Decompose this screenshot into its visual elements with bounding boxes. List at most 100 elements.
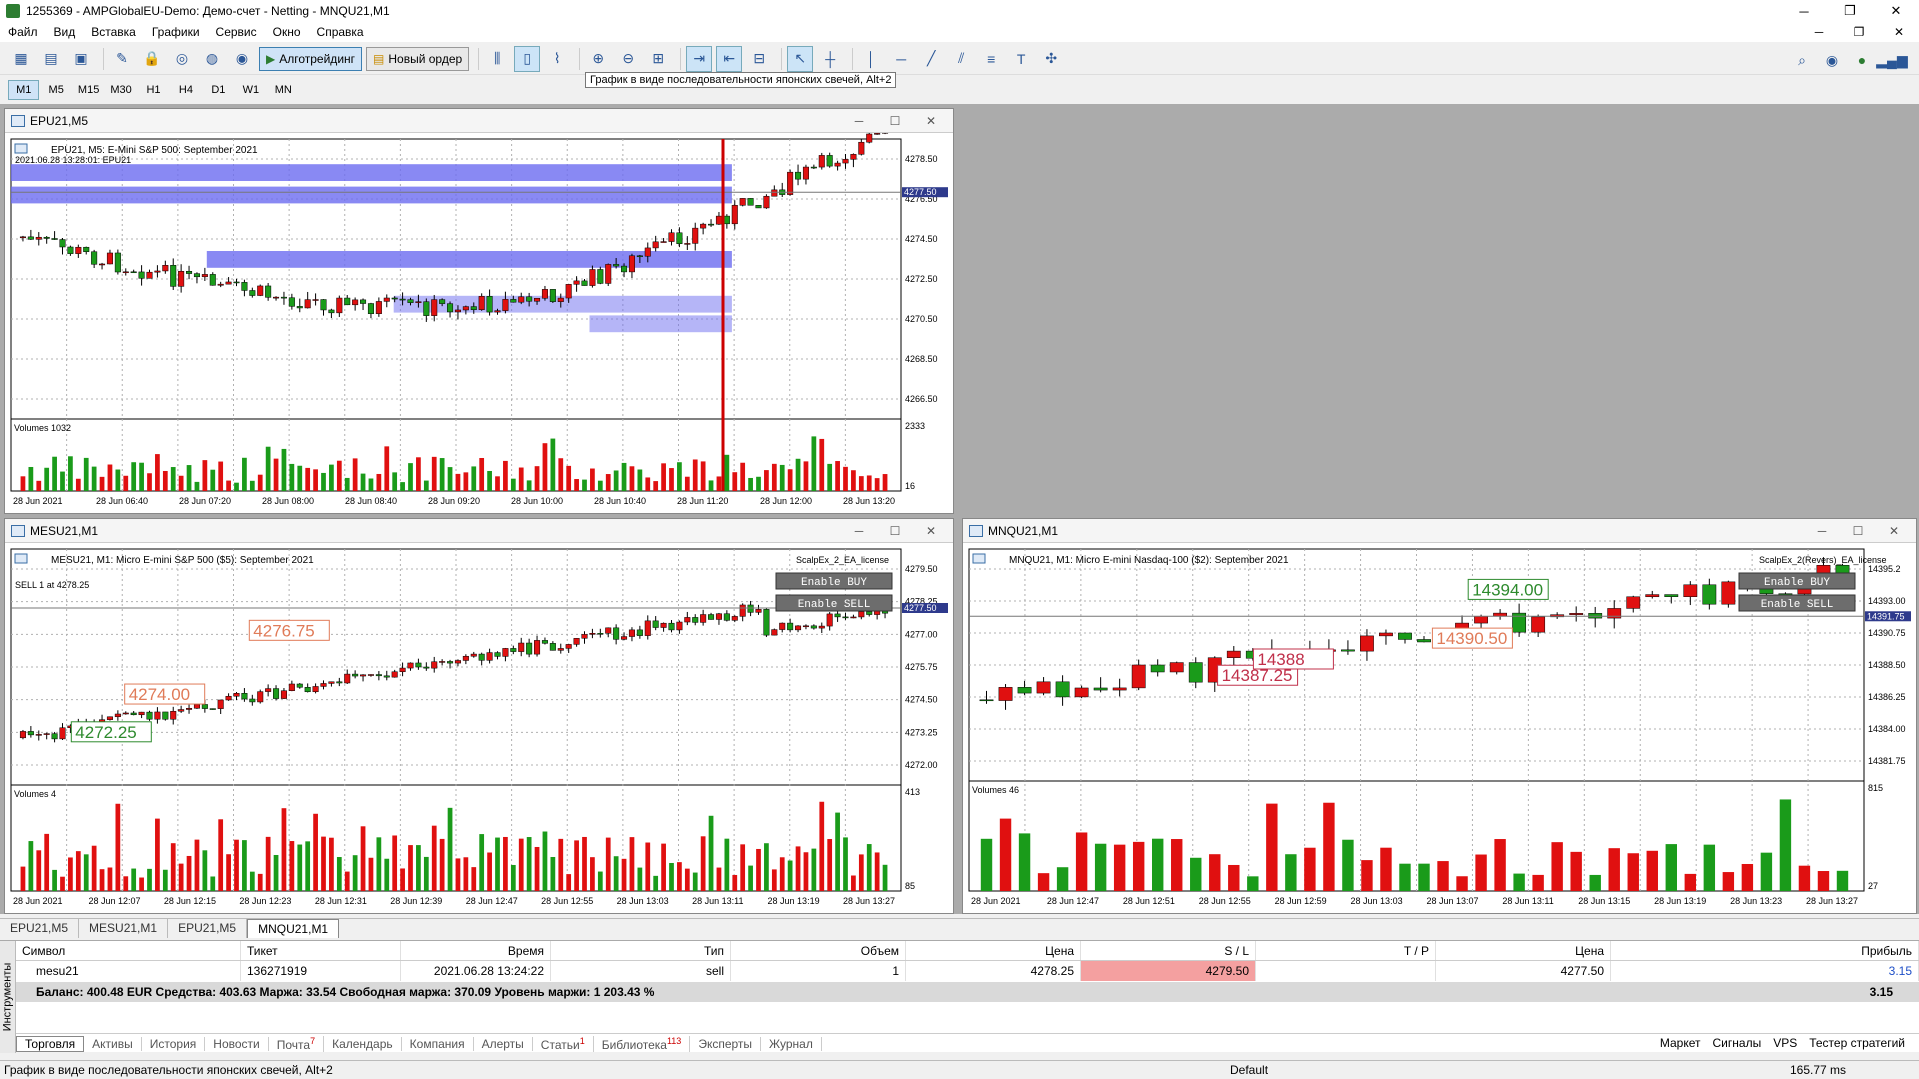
vertical-line-icon[interactable]: │ xyxy=(858,46,884,72)
col-symbol[interactable]: Символ xyxy=(16,941,241,960)
chart-close-button[interactable]: ✕ xyxy=(913,109,949,133)
lvl-icon[interactable]: ● xyxy=(1849,47,1875,73)
menu-charts[interactable]: Графики xyxy=(144,25,208,39)
chart-window-mnqu[interactable]: MNQU21,M1 ─ ☐ ✕ 14395.2 14393.00 14390.75 143… xyxy=(962,518,1917,914)
search-icon[interactable]: ⌕ xyxy=(1789,47,1815,73)
chart-maximize-button[interactable]: ☐ xyxy=(877,519,913,543)
chart-minimize-button[interactable]: ─ xyxy=(1804,519,1840,543)
algo-trading-button[interactable]: ▶ Алготрейдинг xyxy=(259,46,363,71)
mdi-minimize-button[interactable]: ─ xyxy=(1799,22,1839,42)
col-price[interactable]: Цена xyxy=(906,941,1081,960)
terminal-icon[interactable]: ◍ xyxy=(199,46,225,72)
terminal-tab[interactable]: Эксперты xyxy=(690,1036,762,1051)
terminal-tab[interactable]: Торговля xyxy=(16,1035,85,1052)
position-row[interactable]: mesu21 136271919 2021.06.28 13:24:22 sel… xyxy=(16,961,1919,981)
menu-file[interactable]: Файл xyxy=(0,25,46,39)
chart-tab[interactable]: MESU21,M1 xyxy=(79,919,169,938)
zoom-out-icon[interactable]: ⊖ xyxy=(615,46,641,72)
signals-icon[interactable]: ◎ xyxy=(169,46,195,72)
chart-mnqu[interactable]: 14395.2 14393.00 14390.75 14388.50 14386.25 1… xyxy=(963,543,1916,913)
col-profit[interactable]: Прибыль xyxy=(1611,941,1919,960)
terminal-tab[interactable]: Алерты xyxy=(474,1036,533,1051)
tf-m1[interactable]: M1 xyxy=(8,80,40,100)
tf-m30[interactable]: M30 xyxy=(105,80,136,100)
maximize-button[interactable]: ❐ xyxy=(1827,0,1873,22)
tf-m15[interactable]: M15 xyxy=(73,80,104,100)
lock-icon[interactable]: 🔒 xyxy=(139,46,165,72)
indicators-icon[interactable]: ⊟ xyxy=(746,46,772,72)
chart-maximize-button[interactable]: ☐ xyxy=(1840,519,1876,543)
chart-minimize-button[interactable]: ─ xyxy=(841,519,877,543)
col-ticket[interactable]: Тикет xyxy=(241,941,401,960)
zoom-in-icon[interactable]: ⊕ xyxy=(585,46,611,72)
mdi-close-button[interactable]: ✕ xyxy=(1879,22,1919,42)
strategy-tester-tab[interactable]: Тестер стратегий xyxy=(1803,1036,1911,1050)
shapes-icon[interactable]: ✣ xyxy=(1038,46,1064,72)
tf-m5[interactable]: M5 xyxy=(40,80,71,100)
terminal-tab[interactable]: Активы xyxy=(84,1036,142,1051)
bar-chart-icon[interactable]: ⫼ xyxy=(484,46,510,72)
cell-tp[interactable] xyxy=(1256,961,1436,981)
tester-icon[interactable]: ◉ xyxy=(229,46,255,72)
tile-icon[interactable]: ⊞ xyxy=(645,46,671,72)
menu-insert[interactable]: Вставка xyxy=(83,25,144,39)
profiles-icon[interactable]: ▤ xyxy=(38,46,64,72)
tf-h1[interactable]: H1 xyxy=(138,80,169,100)
menu-view[interactable]: Вид xyxy=(46,25,84,39)
tf-h4[interactable]: H4 xyxy=(170,80,201,100)
crosshair-icon[interactable]: ┼ xyxy=(817,46,843,72)
navigator-icon[interactable]: ✎ xyxy=(109,46,135,72)
col-current-price[interactable]: Цена xyxy=(1436,941,1611,960)
tf-d1[interactable]: D1 xyxy=(203,80,234,100)
menu-tools[interactable]: Сервис xyxy=(208,25,265,39)
close-button[interactable]: ✕ xyxy=(1873,0,1919,22)
chart-epu[interactable]: 4278.504276.504274.504272.504270.504268.… xyxy=(5,133,953,513)
channel-icon[interactable]: ⫽ xyxy=(948,46,974,72)
market-watch-icon[interactable]: ▣ xyxy=(68,46,94,72)
minimize-button[interactable]: ─ xyxy=(1781,0,1827,22)
chart-close-button[interactable]: ✕ xyxy=(1876,519,1912,543)
horizontal-line-icon[interactable]: ─ xyxy=(888,46,914,72)
market-tab[interactable]: Маркет xyxy=(1654,1036,1707,1050)
fibo-icon[interactable]: ≡ xyxy=(978,46,1004,72)
terminal-tab[interactable]: Новости xyxy=(205,1036,269,1051)
new-chart-icon[interactable]: ▦ xyxy=(8,46,34,72)
chart-close-button[interactable]: ✕ xyxy=(913,519,949,543)
cursor-icon[interactable]: ↖ xyxy=(787,45,814,72)
vps-tab[interactable]: VPS xyxy=(1767,1036,1803,1050)
chart-mesu[interactable]: 4279.504278.254277.004275.754274.504273.… xyxy=(5,543,953,913)
chart-minimize-button[interactable]: ─ xyxy=(841,109,877,133)
chart-maximize-button[interactable]: ☐ xyxy=(877,109,913,133)
terminal-tab[interactable]: Статьи1 xyxy=(533,1035,594,1052)
terminal-tab[interactable]: Почта7 xyxy=(269,1035,325,1052)
chart-window-epu[interactable]: EPU21,M5 ─ ☐ ✕ 4278.50 4276.50 4274.50 4272.5… xyxy=(4,108,954,514)
terminal-tab[interactable]: Календарь xyxy=(324,1036,402,1051)
tf-mn[interactable]: MN xyxy=(268,80,299,100)
menu-help[interactable]: Справка xyxy=(309,25,372,39)
text-icon[interactable]: T xyxy=(1008,46,1034,72)
chart-tab-active[interactable]: MNQU21,M1 xyxy=(247,919,340,938)
col-sl[interactable]: S / L xyxy=(1081,941,1256,960)
autoscroll-icon[interactable]: ⇥ xyxy=(686,45,713,72)
trendline-icon[interactable]: ╱ xyxy=(918,46,944,72)
account-icon[interactable]: ◉ xyxy=(1819,47,1845,73)
terminal-tab[interactable]: История xyxy=(142,1036,206,1051)
chart-window-mesu[interactable]: MESU21,M1 ─ ☐ ✕ 4279.50 4278.25 4277.00 4275.… xyxy=(4,518,954,914)
chart-tab[interactable]: EPU21,M5 xyxy=(168,919,248,938)
terminal-tab[interactable]: Журнал xyxy=(761,1036,822,1051)
terminal-tab[interactable]: Библиотека113 xyxy=(594,1035,691,1052)
col-type[interactable]: Тип xyxy=(551,941,731,960)
line-chart-icon[interactable]: ⌇ xyxy=(544,46,570,72)
col-volume[interactable]: Объем xyxy=(731,941,906,960)
col-time[interactable]: Время xyxy=(401,941,551,960)
chart-tab[interactable]: EPU21,M5 xyxy=(0,919,80,938)
candlestick-icon[interactable]: ▯ xyxy=(514,45,541,72)
tf-w1[interactable]: W1 xyxy=(235,80,266,100)
cell-sl[interactable]: 4279.50 xyxy=(1081,961,1256,981)
col-tp[interactable]: T / P xyxy=(1256,941,1436,960)
mdi-restore-button[interactable]: ❐ xyxy=(1839,22,1879,42)
terminal-tab[interactable]: Компания xyxy=(402,1036,474,1051)
signals-tab[interactable]: Сигналы xyxy=(1707,1036,1768,1050)
new-order-button[interactable]: ▤ Новый ордер xyxy=(366,46,470,71)
chart-shift-icon[interactable]: ⇤ xyxy=(716,45,743,72)
